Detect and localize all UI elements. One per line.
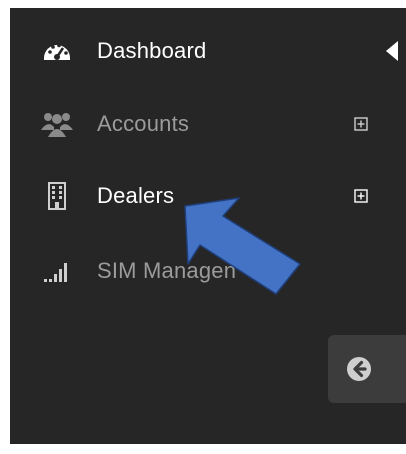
arrow-left-circle-icon xyxy=(346,356,372,382)
sidebar-item-dashboard[interactable]: Dashboard xyxy=(10,26,406,76)
sidebar-item-label: Dashboard xyxy=(97,38,207,63)
expand-plus-icon[interactable] xyxy=(354,189,368,203)
sidebar-item-sim-management[interactable]: SIM Managen xyxy=(10,246,406,296)
active-indicator xyxy=(386,41,398,61)
users-group-icon xyxy=(40,109,74,139)
dashboard-gauge-icon xyxy=(40,36,74,66)
sidebar-nav: Dashboard Accounts Dealers SIM Managen xyxy=(10,8,406,444)
sidebar-item-dealers[interactable]: Dealers xyxy=(10,171,406,221)
building-icon xyxy=(40,181,74,211)
collapse-sidebar-button[interactable] xyxy=(328,335,406,403)
expand-plus-icon[interactable] xyxy=(354,117,368,131)
signal-bars-icon xyxy=(40,256,74,286)
sidebar-item-label: Accounts xyxy=(97,111,190,136)
sidebar-item-label: Dealers xyxy=(97,183,175,208)
sidebar-item-accounts[interactable]: Accounts xyxy=(10,99,406,149)
sidebar-item-label: SIM Managen xyxy=(97,258,237,283)
